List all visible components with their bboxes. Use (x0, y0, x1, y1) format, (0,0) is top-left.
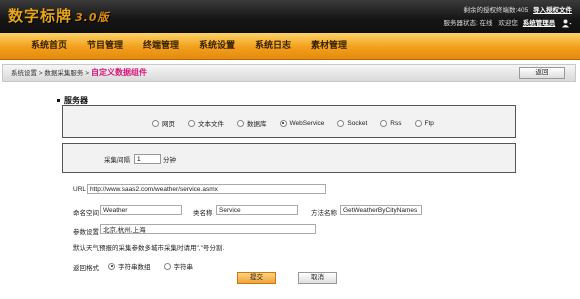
nav-item-terminals[interactable]: 终端管理 (133, 33, 189, 60)
radio-label: 字符串数组 (118, 264, 151, 271)
radio-circle[interactable] (188, 119, 195, 127)
radio-label: WebService (289, 119, 325, 127)
radio-circle[interactable] (237, 119, 244, 127)
logo-main-text: 数字标牌 (8, 7, 73, 25)
radio-circle[interactable] (380, 119, 388, 127)
radio-circle[interactable] (152, 119, 159, 127)
radio-string[interactable]: 字符串 (163, 261, 194, 271)
namespace-label: 命名空间 (73, 210, 99, 217)
class-name-label: 类名称 (193, 210, 213, 217)
interval-row: 采集间隔 分钟 (104, 154, 176, 164)
nav-item-settings[interactable]: 系统设置 (189, 33, 245, 60)
radio-label: 字符串 (173, 264, 194, 271)
breadcrumb-path: 系统设置 > 数据采集服务 > (11, 70, 90, 77)
radio-text-file[interactable]: 文本文件 (188, 118, 224, 128)
user-link[interactable]: 系统管理员 (523, 20, 556, 27)
radio-webpage[interactable]: 网页 (152, 118, 175, 128)
namespace-input[interactable] (100, 205, 182, 215)
radio-circle[interactable] (163, 262, 171, 270)
radio-label: Rss (390, 119, 402, 127)
nav-item-logs[interactable]: 系统日志 (245, 33, 301, 60)
interval-label: 采集间隔 (104, 157, 130, 164)
radio-circle[interactable] (414, 119, 422, 127)
radio-rss[interactable]: Rss (380, 118, 402, 128)
server-type-panel: 网页 文本文件 数据库 WebService Socket Rss Ftp (62, 105, 516, 138)
radio-circle-selected[interactable] (279, 119, 287, 127)
welcome-label: 欢迎您 (498, 20, 518, 27)
header-info: 剩余的授权终端数:405 导入授权文件 服务器状态: 在线 欢迎您 系统管理员 (443, 4, 572, 30)
method-name-label: 方法名称 (311, 210, 337, 217)
class-name-input[interactable] (216, 205, 298, 215)
url-label: URL (73, 186, 87, 193)
section-title-text: 服务器 (64, 96, 88, 105)
license-count: 剩余的授权终端数:405 (463, 7, 529, 14)
submit-button[interactable]: 提交 (237, 272, 276, 284)
main-nav: 系统首页 节目管理 终端管理 系统设置 系统日志 素材管理 (0, 33, 580, 60)
bullet-icon (57, 99, 60, 103)
radio-socket[interactable]: Socket (337, 118, 367, 128)
url-input[interactable] (87, 184, 326, 194)
radio-label: Socket (347, 119, 368, 127)
server-status: 服务器状态: 在线 (443, 20, 493, 27)
interval-unit: 分钟 (163, 157, 176, 164)
nav-item-home[interactable]: 系统首页 (21, 33, 77, 60)
radio-label: 数据库 (247, 121, 267, 128)
back-button[interactable]: 返回 (519, 67, 565, 79)
logo-version-text: 3.0版 (75, 11, 110, 24)
params-input[interactable] (100, 224, 316, 234)
cancel-button[interactable]: 取消 (298, 272, 337, 284)
return-format-label: 返回格式 (73, 265, 99, 272)
server-type-radios: 网页 文本文件 数据库 WebService Socket Rss Ftp (152, 118, 447, 128)
radio-label: 网页 (162, 121, 175, 128)
nav-item-programs[interactable]: 节目管理 (77, 33, 133, 60)
breadcrumb-bar: 系统设置 > 数据采集服务 > 自定义数据组件 返回 (2, 64, 576, 82)
params-note: 默认天气预报的采集参数多城市采集时请用","号分割. (73, 245, 225, 252)
interval-panel: 采集间隔 分钟 (62, 143, 516, 173)
breadcrumb-current: 自定义数据组件 (91, 68, 148, 77)
radio-string-array[interactable]: 字符串数组 (108, 261, 151, 271)
radio-database[interactable]: 数据库 (237, 118, 267, 128)
radio-circle-selected[interactable] (108, 262, 115, 270)
app-logo: 数字标牌 3.0版 (8, 5, 110, 26)
params-label: 参数设置 (73, 229, 99, 236)
user-icon[interactable] (562, 19, 572, 28)
nav-item-materials[interactable]: 素材管理 (301, 33, 357, 60)
radio-webservice[interactable]: WebService (279, 118, 325, 128)
return-format-radios: 字符串数组 字符串 (108, 261, 206, 271)
radio-ftp[interactable]: Ftp (414, 118, 434, 128)
radio-circle[interactable] (337, 119, 345, 127)
import-license-link[interactable]: 导入授权文件 (533, 7, 572, 14)
breadcrumb: 系统设置 > 数据采集服务 > 自定义数据组件 (11, 65, 147, 82)
interval-input[interactable] (134, 154, 161, 164)
radio-label: 文本文件 (198, 121, 224, 128)
method-name-input[interactable] (340, 205, 422, 215)
radio-label: Ftp (424, 119, 434, 127)
top-header: 数字标牌 3.0版 剩余的授权终端数:405 导入授权文件 服务器状态: 在线 欢… (0, 0, 580, 33)
